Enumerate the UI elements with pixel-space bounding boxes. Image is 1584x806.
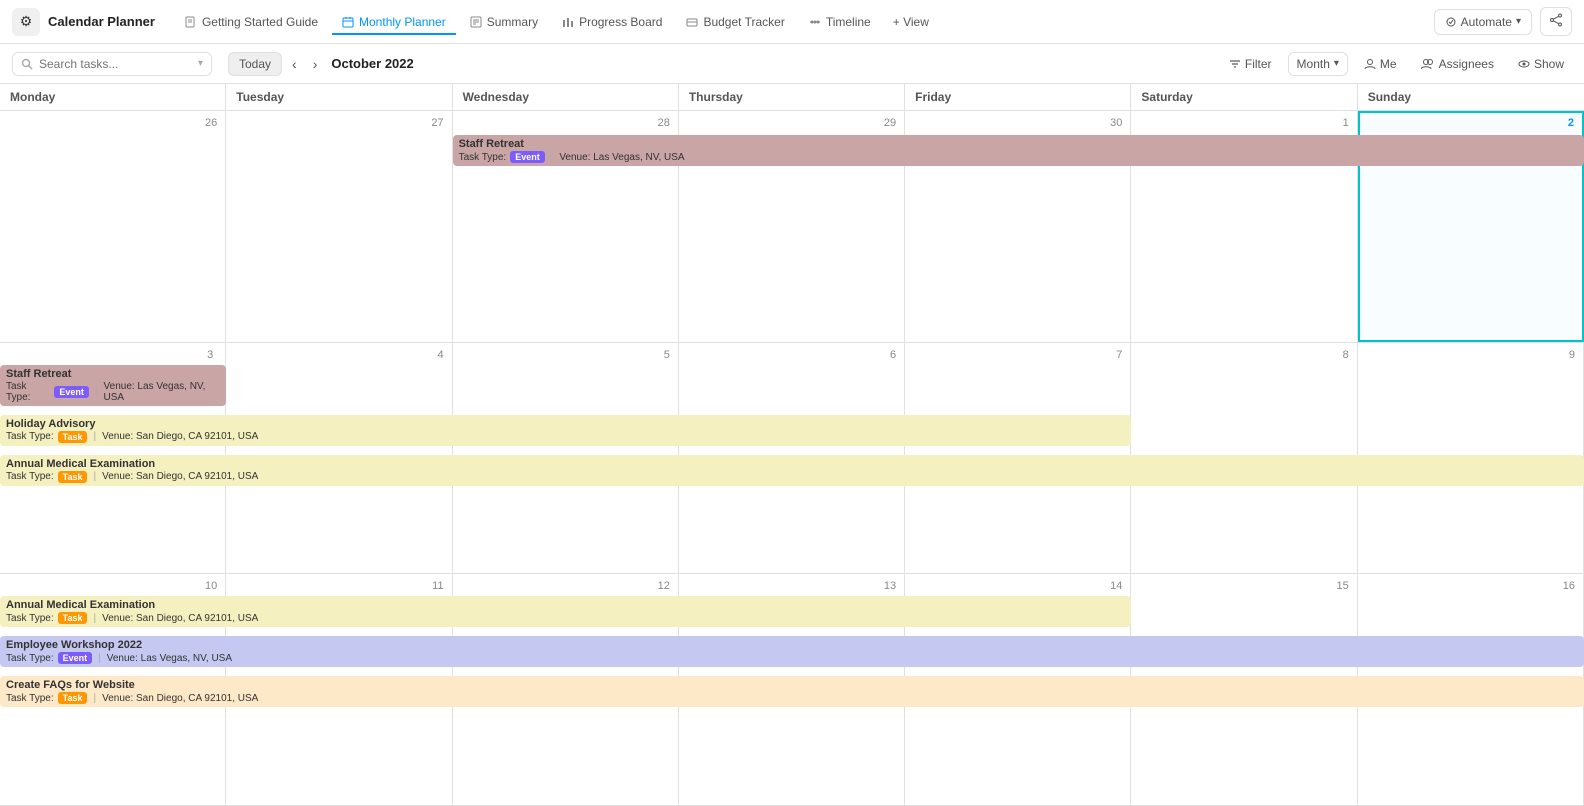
tab-progress-board[interactable]: Progress Board — [552, 9, 672, 35]
cell-27[interactable]: 27 — [226, 111, 452, 342]
add-view-button[interactable]: + View — [885, 9, 937, 35]
top-right-actions: Automate ▾ — [1434, 7, 1572, 36]
day-sunday: Sunday — [1358, 84, 1584, 110]
eye-icon — [1518, 58, 1530, 70]
top-nav: ⚙ Calendar Planner Getting Started Guide… — [0, 0, 1584, 44]
day-wednesday: Wednesday — [453, 84, 679, 110]
calendar-week-3: 10 11 12 13 14 15 16 Annual Medical Exam… — [0, 574, 1584, 806]
app-title: Calendar Planner — [48, 14, 155, 29]
calendar-body: 26 27 28 29 30 1 2 Staff Retreat Task Ty… — [0, 111, 1584, 806]
filter-icon — [1229, 58, 1241, 70]
toolbar-nav: Today ‹ › October 2022 — [228, 52, 414, 76]
share-icon — [1549, 13, 1563, 27]
cell-26[interactable]: 26 — [0, 111, 226, 342]
show-button[interactable]: Show — [1510, 53, 1572, 75]
toolbar-right: Filter Month ▾ Me Assignees Show — [1221, 52, 1572, 76]
filter-button[interactable]: Filter — [1221, 53, 1280, 75]
tab-monthly-planner[interactable]: Monthly Planner — [332, 9, 456, 35]
progress-icon — [562, 16, 574, 28]
search-box[interactable]: ▾ — [12, 52, 212, 76]
timeline-icon — [809, 16, 821, 28]
staff-retreat-event-week2[interactable]: Staff Retreat Task Type: Event | Venue: … — [0, 365, 226, 406]
prev-month-button[interactable]: ‹ — [286, 54, 303, 74]
day-tuesday: Tuesday — [226, 84, 452, 110]
staff-retreat-event-week1[interactable]: Staff Retreat Task Type: Event | Venue: … — [453, 135, 1584, 166]
share-button[interactable] — [1540, 7, 1572, 36]
tab-getting-started[interactable]: Getting Started Guide — [175, 9, 328, 35]
calendar-week-2: 3 4 5 6 7 8 9 Staff Retreat Task Type: E… — [0, 343, 1584, 575]
calendar-week-1: 26 27 28 29 30 1 2 Staff Retreat Task Ty… — [0, 111, 1584, 343]
app-icon: ⚙ — [12, 8, 40, 36]
person-icon — [1364, 58, 1376, 70]
assignees-icon — [1421, 58, 1435, 70]
day-friday: Friday — [905, 84, 1131, 110]
budget-icon — [686, 16, 698, 28]
search-icon — [21, 58, 33, 70]
calendar-container: Monday Tuesday Wednesday Thursday Friday… — [0, 84, 1584, 806]
search-input[interactable] — [39, 57, 169, 71]
employee-workshop-event[interactable]: Employee Workshop 2022 Task Type: Event … — [0, 636, 1584, 667]
doc-icon — [185, 16, 197, 28]
tab-budget-tracker[interactable]: Budget Tracker — [676, 9, 794, 35]
holiday-advisory-event[interactable]: Holiday Advisory Task Type: Task | Venue… — [0, 415, 1131, 446]
search-dropdown-arrow[interactable]: ▾ — [198, 58, 203, 69]
create-faqs-event[interactable]: Create FAQs for Website Task Type: Task … — [0, 676, 1584, 707]
automate-icon — [1445, 16, 1457, 28]
tab-summary[interactable]: Summary — [460, 9, 548, 35]
current-month-label: October 2022 — [331, 56, 413, 71]
toolbar: ▾ Today ‹ › October 2022 Filter Month ▾ … — [0, 44, 1584, 84]
day-monday: Monday — [0, 84, 226, 110]
assignees-button[interactable]: Assignees — [1413, 53, 1502, 75]
tab-timeline[interactable]: Timeline — [799, 9, 881, 35]
today-button[interactable]: Today — [228, 52, 282, 76]
next-month-button[interactable]: › — [307, 54, 324, 74]
annual-medical-event-week3[interactable]: Annual Medical Examination Task Type: Ta… — [0, 596, 1131, 627]
annual-medical-event-week2[interactable]: Annual Medical Examination Task Type: Ta… — [0, 455, 1584, 486]
day-thursday: Thursday — [679, 84, 905, 110]
month-dropdown[interactable]: Month ▾ — [1288, 52, 1348, 76]
calendar-icon — [342, 16, 354, 28]
automate-button[interactable]: Automate ▾ — [1434, 9, 1532, 35]
me-filter[interactable]: Me — [1356, 53, 1405, 75]
calendar-header: Monday Tuesday Wednesday Thursday Friday… — [0, 84, 1584, 111]
day-saturday: Saturday — [1131, 84, 1357, 110]
summary-icon — [470, 16, 482, 28]
